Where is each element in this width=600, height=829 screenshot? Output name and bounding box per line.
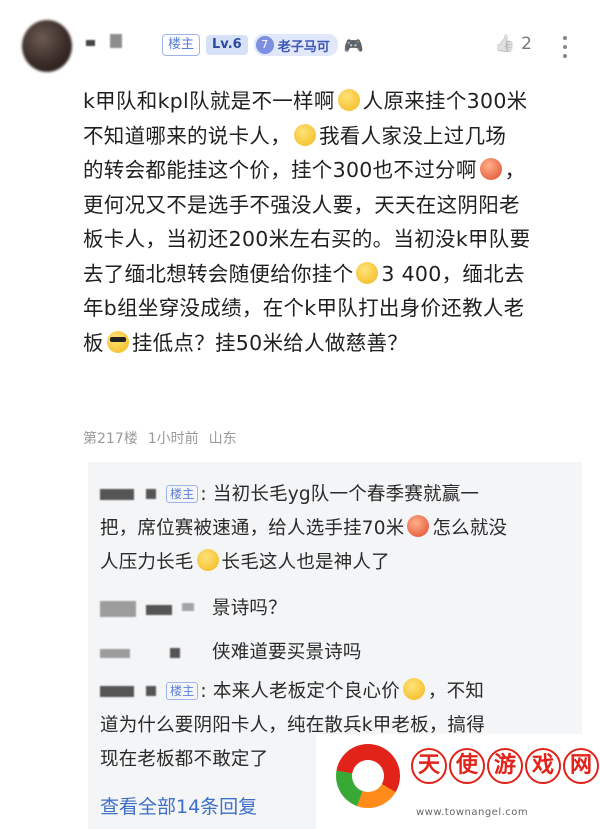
sunglasses-emoji-icon bbox=[106, 330, 129, 353]
post-text: 3 400，缅北去 bbox=[381, 261, 525, 286]
reply-text: : 当初长毛yg队一个春季赛就赢一 bbox=[200, 484, 480, 505]
watermark-char: 天 bbox=[411, 748, 447, 784]
reply-text: 长毛这人也是神人了 bbox=[221, 552, 390, 573]
reply-username-blurred[interactable] bbox=[100, 487, 158, 501]
post-text: ， bbox=[504, 158, 526, 182]
thinking-emoji-icon bbox=[402, 678, 425, 700]
post-text: 去了缅北想转会随便给你挂个 bbox=[83, 261, 354, 286]
level-badge: Lv.6 bbox=[206, 35, 248, 55]
reply-text: 景诗吗？ bbox=[212, 598, 287, 619]
post-location: 山东 bbox=[208, 431, 237, 447]
reply-text: ，不知 bbox=[427, 681, 485, 702]
reply-text: 侠难道要买景诗吗 bbox=[212, 642, 362, 663]
reply-username-blurred[interactable] bbox=[100, 645, 204, 659]
watermark-char: 戏 bbox=[525, 748, 561, 784]
owner-badge: 楼主 bbox=[162, 34, 201, 56]
reply-text: 现在老板都不敢定了 bbox=[100, 749, 269, 770]
floor-number: 第217楼 bbox=[83, 431, 138, 447]
thinking-emoji-icon bbox=[196, 549, 219, 571]
list-item[interactable]: 景诗吗？ bbox=[100, 592, 580, 626]
laughing-emoji-icon bbox=[356, 261, 379, 284]
angry-emoji-icon bbox=[479, 158, 502, 180]
fan-badge[interactable]: 7 老子马可 bbox=[253, 34, 338, 56]
post-text: 更何况又不是选手不强没人要，天天在这阴阳老 bbox=[83, 192, 520, 217]
thumb-up-icon: 👍 bbox=[494, 34, 516, 54]
post-time: 1小时前 bbox=[147, 431, 199, 447]
reply-text: 怎么就没 bbox=[432, 518, 508, 539]
watermark-char: 网 bbox=[563, 748, 599, 784]
site-logo-icon bbox=[336, 744, 400, 808]
owner-badge: 楼主 bbox=[166, 682, 199, 700]
view-all-replies-link[interactable]: 查看全部14条回复 bbox=[100, 792, 257, 819]
post-text: 的转会都能挂这个价，挂个300也不过分啊 bbox=[83, 158, 477, 182]
like-count: 2 bbox=[521, 34, 532, 54]
watermark-title: 天 使 游 戏 网 bbox=[411, 748, 599, 784]
post-meta: 第217楼 1小时前 山东 bbox=[83, 428, 237, 448]
list-item[interactable]: 楼主: 当初长毛yg队一个春季赛就赢一 把，席位赛被速通，给人选手挂70米 怎么就… bbox=[100, 478, 580, 580]
owner-badge: 楼主 bbox=[166, 485, 199, 503]
angry-emoji-icon bbox=[407, 515, 430, 537]
fan-level: 7 bbox=[255, 36, 274, 54]
face-emoji-icon bbox=[337, 89, 360, 111]
avatar[interactable] bbox=[22, 20, 72, 72]
user-badges: 楼主 Lv.6 7 老子马可 🎮 bbox=[162, 33, 364, 57]
watermark-char: 游 bbox=[487, 748, 523, 784]
reply-text: 把，席位赛被速通，给人选手挂70米 bbox=[100, 518, 405, 539]
post-text: 人原来挂个300米 bbox=[362, 89, 528, 113]
reply-text: 道为什么要阴阳卡人，纯在散兵k甲老板，搞得 bbox=[100, 715, 485, 736]
username-blurred[interactable] bbox=[86, 34, 124, 48]
reply-username-blurred[interactable] bbox=[100, 684, 158, 698]
post-text: 年b组坐穿没成绩，在个k甲队打出身价还教人老 bbox=[83, 296, 525, 320]
fan-name: 老子马可 bbox=[277, 39, 330, 55]
post-text: 板卡人，当初还200米左右买的。当初没k甲队要 bbox=[83, 227, 531, 251]
post-text: 板 bbox=[83, 330, 104, 355]
list-item[interactable]: 侠难道要买景诗吗 bbox=[100, 636, 580, 670]
post-body: k甲队和kpl队就是不一样啊 人原来挂个300米 不知道哪来的说卡人， 我看人家没上… bbox=[83, 84, 583, 360]
watermark-url: www.townangel.com bbox=[416, 807, 529, 818]
reply-text: : 本来人老板定个良心价 bbox=[200, 681, 400, 702]
reply-username-blurred[interactable] bbox=[100, 601, 204, 617]
like-button[interactable]: 👍 2 bbox=[494, 34, 532, 54]
watermark: 天 使 游 戏 网 www.townangel.com bbox=[316, 734, 600, 829]
more-options-icon[interactable] bbox=[562, 36, 568, 63]
post-header: 楼主 Lv.6 7 老子马可 🎮 👍 2 bbox=[0, 0, 600, 80]
post-text: 不知道哪来的说卡人， bbox=[83, 123, 291, 148]
gamepad-icon: 🎮 bbox=[343, 35, 364, 55]
post-text: 挂低点？挂50米给人做慈善？ bbox=[131, 330, 409, 355]
post-text: 我看人家没上过几场 bbox=[319, 123, 507, 148]
watermark-char: 使 bbox=[449, 748, 485, 784]
post-text: k甲队和kpl队就是不一样啊 bbox=[83, 89, 335, 113]
thinking-emoji-icon bbox=[294, 123, 316, 146]
reply-text: 人压力长毛 bbox=[100, 552, 194, 573]
